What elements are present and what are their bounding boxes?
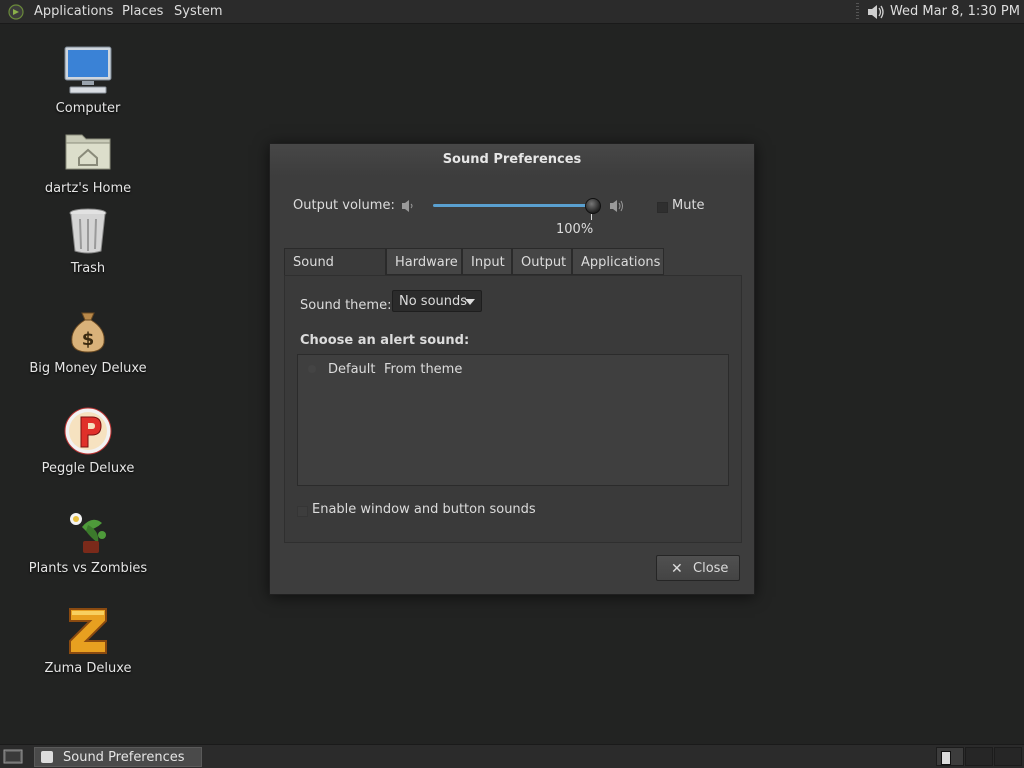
panel-separator [856,3,859,21]
workspace-1[interactable] [936,747,964,766]
applications-menu[interactable]: Applications [34,0,113,24]
sound-effects-panel: Sound theme: No sounds Choose an alert s… [284,275,742,543]
sound-theme-select[interactable]: No sounds [392,290,482,312]
volume-value: 100% [556,222,594,237]
sound-theme-label: Sound theme: [300,298,392,313]
alert-sound-list[interactable]: Default From theme [297,354,729,486]
volume-high-icon [610,200,623,212]
taskbar-item-sound-preferences[interactable]: Sound Preferences [34,747,202,767]
mute-checkbox[interactable] [657,202,668,213]
zuma-icon [69,608,107,654]
desktop-icon-zuma[interactable]: Zuma Deluxe [23,605,153,676]
home-folder-icon [65,134,111,170]
dropdown-arrow-icon [465,299,475,305]
tab-output[interactable]: Output [512,248,572,275]
desktop-icon-label: Trash [70,261,106,276]
close-button[interactable]: ✕ Close [656,555,740,581]
sound-preferences-dialog: Sound Preferences Output volume: 100% Mu… [269,143,755,595]
volume-slider-handle[interactable] [585,198,601,214]
output-volume-label: Output volume: [293,198,395,213]
alert-radio[interactable] [308,365,316,373]
trash-icon [69,208,107,254]
desktop-icon-home[interactable]: dartz's Home [23,125,153,196]
desktop-icon-big-money[interactable]: $ Big Money Deluxe [23,305,153,376]
workspace-3[interactable] [994,747,1022,766]
desktop-icon-trash[interactable]: Trash [23,205,153,276]
enable-sounds-label[interactable]: Enable window and button sounds [312,502,536,517]
top-panel: Applications Places System Wed Mar 8, 1:… [0,0,1024,24]
computer-icon [64,46,112,94]
show-desktop-icon[interactable] [3,748,23,765]
output-volume-row: Output volume: 100% Mute [293,196,733,237]
taskbar-item-label: Sound Preferences [63,750,185,765]
money-bag-icon: $ [71,312,105,353]
svg-text:$: $ [82,329,95,350]
desktop-icon-label: Peggle Deluxe [41,461,135,476]
desktop-icon-plants[interactable]: Plants vs Zombies [23,505,153,576]
volume-low-icon [402,200,413,212]
volume-slider-track[interactable] [433,204,593,207]
desktop-icon-label: Zuma Deluxe [44,661,132,676]
volume-slider-tick [591,214,592,220]
sound-theme-value: No sounds [399,294,468,309]
clock[interactable]: Wed Mar 8, 1:30 PM [890,0,1020,24]
places-menu[interactable]: Places [122,0,163,24]
mute-label[interactable]: Mute [672,198,705,213]
bottom-panel: Sound Preferences [0,744,1024,768]
desktop-icon-peggle[interactable]: Peggle Deluxe [23,405,153,476]
tab-hardware[interactable]: Hardware [386,248,462,275]
alert-sound-heading: Choose an alert sound: [300,333,470,348]
workspace-window-thumb [941,751,951,765]
enable-sounds-checkbox[interactable] [297,506,308,517]
workspace-2[interactable] [965,747,993,766]
tab-applications[interactable]: Applications [572,248,664,275]
desktop-icon-label: Plants vs Zombies [28,561,148,576]
distro-logo-icon[interactable] [8,4,24,20]
close-icon: ✕ [671,561,683,577]
peggle-icon [64,407,112,455]
alert-sound-name: Default [328,362,376,377]
sound-preferences-icon [41,751,53,763]
tab-input[interactable]: Input [462,248,512,275]
system-menu[interactable]: System [174,0,222,24]
tab-sound-effects[interactable]: Sound Effects [284,248,386,297]
dialog-title[interactable]: Sound Preferences [270,144,754,176]
desktop-icon-computer[interactable]: Computer [23,45,153,116]
desktop-icon-label: Big Money Deluxe [29,361,147,376]
desktop-icon-label: dartz's Home [44,181,132,196]
alert-sound-source: From theme [384,362,463,377]
speaker-icon[interactable] [866,3,886,21]
desktop-icon-label: Computer [55,101,121,116]
close-button-label: Close [693,561,729,576]
plants-icon [70,513,106,553]
